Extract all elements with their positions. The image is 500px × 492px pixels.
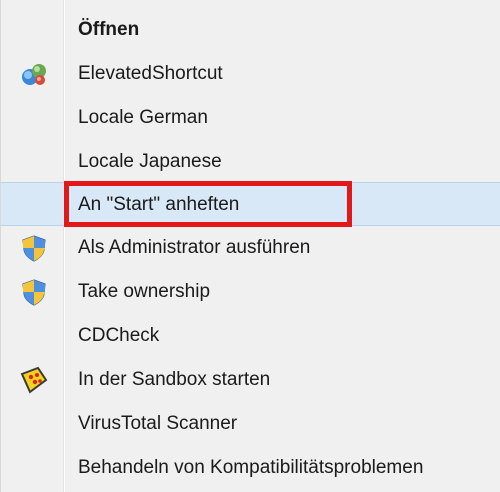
menu-item-label: Locale Japanese [78, 151, 222, 172]
sandbox-icon [20, 366, 48, 394]
menu-item-virustotal[interactable]: VirusTotal Scanner [1, 402, 500, 446]
uac-shield-icon [20, 234, 48, 262]
globe-app-icon [20, 60, 48, 88]
menu-item-run-as-admin[interactable]: Als Administrator ausführen [1, 226, 500, 270]
menu-item-locale-german[interactable]: Locale German [1, 96, 500, 140]
menu-item-label: CDCheck [78, 325, 160, 346]
menu-item-elevated-shortcut[interactable]: ElevatedShortcut [1, 52, 500, 96]
uac-shield-icon [20, 278, 48, 306]
menu-item-sandbox[interactable]: In der Sandbox starten [1, 358, 500, 402]
menu-item-label: Behandeln von Kompatibilitätsproblemen [78, 457, 424, 478]
menu-item-troubleshoot-compatibility[interactable]: Behandeln von Kompatibilitätsproblemen [1, 446, 500, 490]
menu-item-pin-to-start[interactable]: An "Start" anheften [1, 182, 500, 226]
menu-item-label: ElevatedShortcut [78, 63, 223, 84]
menu-item-label: In der Sandbox starten [78, 369, 271, 390]
menu-item-take-ownership[interactable]: Take ownership [1, 270, 500, 314]
menu-item-label: Öffnen [78, 19, 140, 40]
menu-item-label: Take ownership [78, 281, 211, 302]
menu-item-label: Locale German [78, 107, 208, 128]
menu-item-open[interactable]: Öffnen [1, 8, 500, 52]
context-menu: Öffnen ElevatedShortcut Locale German Lo… [0, 0, 500, 492]
menu-item-label: Als Administrator ausführen [78, 237, 311, 258]
menu-item-label: VirusTotal Scanner [78, 413, 238, 434]
menu-item-cdcheck[interactable]: CDCheck [1, 314, 500, 358]
menu-item-label: An "Start" anheften [78, 194, 240, 215]
menu-item-locale-japanese[interactable]: Locale Japanese [1, 140, 500, 184]
